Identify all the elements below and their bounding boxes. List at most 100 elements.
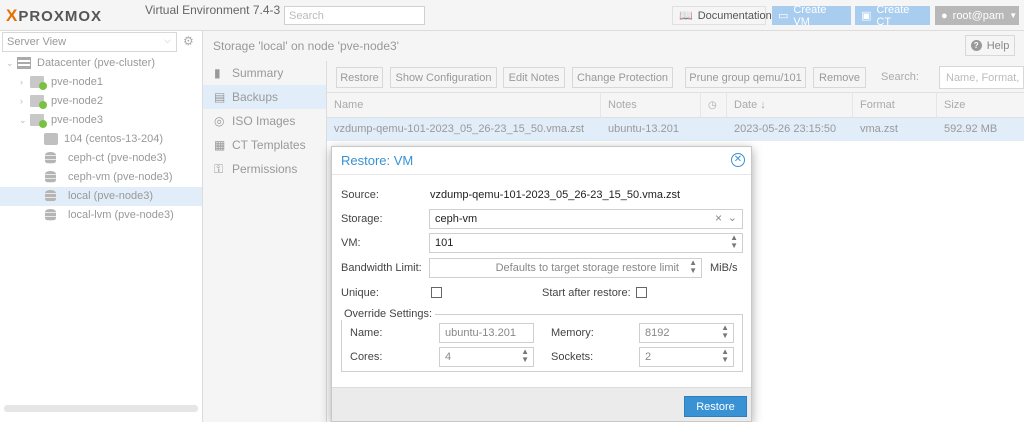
nav-item-label: Summary [232, 66, 284, 80]
close-icon[interactable]: ✕ [731, 153, 745, 167]
nav-item-summary[interactable]: ▮ Summary [203, 61, 326, 85]
start-after-restore-checkbox[interactable] [636, 287, 647, 298]
logo-text: PROXMOX [18, 7, 103, 25]
name-value: ubuntu-13.201 [445, 327, 516, 339]
tree-item-label: ceph-vm (pve-node3) [68, 171, 173, 183]
version-label: Virtual Environment 7.4-3 [145, 3, 281, 17]
resource-tree: ⌄ Datacenter (pve-cluster) › pve-node1 ›… [0, 54, 202, 225]
create-vm-label: Create VM [793, 3, 827, 28]
gear-icon[interactable]: ⚙ [183, 34, 194, 48]
monitor-icon: ▭ [778, 10, 789, 22]
storage-nav: ▮ Summary ▤ Backups ◎ ISO Images ▦ CT Te… [203, 61, 327, 422]
user-label: root@pam [952, 9, 1005, 22]
dialog-title: Restore: VM [341, 153, 414, 168]
vmid-stepper[interactable]: 101 ▲ ▼ [429, 233, 743, 253]
nav-item-label: Backups [232, 90, 279, 104]
tree-item-label: pve-node2 [51, 95, 103, 107]
spinner-icon[interactable]: ▲ ▼ [721, 324, 729, 340]
tree-item-storage[interactable]: ceph-vm (pve-node3) [0, 168, 202, 187]
tree-item-storage[interactable]: ceph-ct (pve-node3) [0, 149, 202, 168]
proxmox-logo: X PROXMOX [6, 6, 102, 26]
book-icon: 📖 [679, 10, 693, 22]
column-header-date[interactable]: Date ↓ [727, 93, 853, 118]
question-icon: ? [970, 40, 982, 51]
help-button[interactable]: ? Help [965, 35, 1015, 56]
tree-item-storage-selected[interactable]: local (pve-node3) [0, 187, 202, 206]
nav-item-iso-images[interactable]: ◎ ISO Images [203, 109, 326, 133]
global-search-input[interactable]: Search [284, 6, 425, 25]
column-header-size[interactable]: Size [937, 93, 1024, 118]
memory-stepper[interactable]: 8192 ▲ ▼ [639, 323, 734, 343]
restore-toolbar-button[interactable]: Restore [336, 67, 383, 88]
tree-item-node[interactable]: ⌄ pve-node3 [0, 111, 202, 130]
show-configuration-button[interactable]: Show Configuration [390, 67, 497, 88]
create-ct-button[interactable]: ▣ Create CT [855, 4, 930, 28]
tree-item-vm[interactable]: 104 (centos-13-204) [0, 130, 202, 149]
user-icon: ● [941, 9, 948, 22]
chevron-down-icon[interactable]: ⌄ [728, 211, 737, 224]
unique-label: Unique: [341, 287, 379, 299]
unlock-icon: ⚿ [214, 162, 224, 176]
cores-label: Cores: [350, 351, 383, 363]
cube-icon: ▣ [861, 10, 872, 22]
user-menu-button[interactable]: ● root@pam ▼ [935, 6, 1019, 25]
collapse-arrow-icon[interactable]: › [20, 73, 23, 92]
table-row[interactable]: vzdump-qemu-101-2023_05_26-23_15_50.vma.… [327, 118, 1024, 141]
expand-arrow-icon[interactable]: ⌄ [19, 111, 27, 130]
storage-select[interactable]: ceph-vm × ⌄ [429, 209, 743, 229]
spinner-icon[interactable]: ▲ ▼ [521, 348, 529, 364]
cell-protected [701, 118, 708, 141]
prune-group-button[interactable]: Prune group qemu/101 [685, 67, 806, 88]
spinner-icon[interactable]: ▲ ▼ [721, 348, 729, 364]
horizontal-scrollbar[interactable] [4, 405, 198, 412]
create-vm-button[interactable]: ▭ Create VM [772, 3, 851, 28]
cell-name: vzdump-qemu-101-2023_05_26-23_15_50.vma.… [334, 123, 585, 135]
cell-format: vma.zst [860, 123, 898, 135]
view-selector[interactable]: Server View ⌵ [2, 32, 177, 52]
column-header-protected[interactable]: ◷ [701, 93, 727, 118]
grid-header: Name Notes ◷ Date ↓ Format Size [327, 93, 1024, 118]
restore-button[interactable]: Restore [684, 396, 747, 417]
edit-notes-button[interactable]: Edit Notes [503, 67, 565, 88]
bandwidth-limit-input[interactable]: Defaults to target storage restore limit… [429, 258, 702, 278]
memory-value: 8192 [645, 327, 670, 339]
documentation-button[interactable]: 📖 Documentation [672, 6, 772, 25]
name-field[interactable]: ubuntu-13.201 [439, 323, 534, 343]
clear-icon[interactable]: × [715, 211, 722, 225]
column-header-format[interactable]: Format [853, 93, 937, 118]
nav-item-label: CT Templates [232, 138, 306, 152]
tree-item-storage[interactable]: local-lvm (pve-node3) [0, 206, 202, 225]
tree-item-node[interactable]: › pve-node2 [0, 92, 202, 111]
floppy-icon: ▤ [214, 90, 226, 104]
cores-stepper[interactable]: 4 ▲ ▼ [439, 347, 534, 367]
nav-item-backups[interactable]: ▤ Backups [203, 85, 326, 109]
template-icon: ▦ [214, 138, 226, 152]
node-icon [30, 114, 47, 128]
column-header-name[interactable]: Name [327, 93, 601, 118]
cell-notes: ubuntu-13.201 [608, 123, 679, 135]
storage-icon [45, 190, 56, 202]
backups-toolbar: Restore Show Configuration Edit Notes Ch… [327, 61, 1024, 93]
unique-checkbox[interactable] [431, 287, 442, 298]
tree-item-label: Datacenter (pve-cluster) [37, 57, 155, 69]
nav-item-ct-templates[interactable]: ▦ CT Templates [203, 133, 326, 157]
search-label: Search: [881, 71, 919, 83]
source-label: Source: [341, 189, 379, 201]
node-icon [30, 76, 47, 90]
column-header-notes[interactable]: Notes [601, 93, 701, 118]
sockets-stepper[interactable]: 2 ▲ ▼ [639, 347, 734, 367]
spinner-icon[interactable]: ▲ ▼ [689, 259, 697, 275]
collapse-arrow-icon[interactable]: › [20, 92, 23, 111]
top-bar: X PROXMOX Virtual Environment 7.4-3 Sear… [0, 0, 1024, 31]
tree-item-label: local-lvm (pve-node3) [68, 209, 174, 221]
cell-date: 2023-05-26 23:15:50 [734, 123, 837, 135]
spinner-icon[interactable]: ▲ ▼ [730, 234, 738, 250]
expand-arrow-icon[interactable]: ⌄ [6, 54, 14, 73]
remove-button[interactable]: Remove [813, 67, 866, 88]
nav-item-permissions[interactable]: ⚿ Permissions [203, 157, 326, 181]
tree-item-node[interactable]: › pve-node1 [0, 73, 202, 92]
change-protection-button[interactable]: Change Protection [572, 67, 673, 88]
tree-item-datacenter[interactable]: ⌄ Datacenter (pve-cluster) [0, 54, 202, 73]
memory-label: Memory: [551, 327, 594, 339]
backup-search-input[interactable]: Name, Format, Notes [939, 66, 1024, 89]
